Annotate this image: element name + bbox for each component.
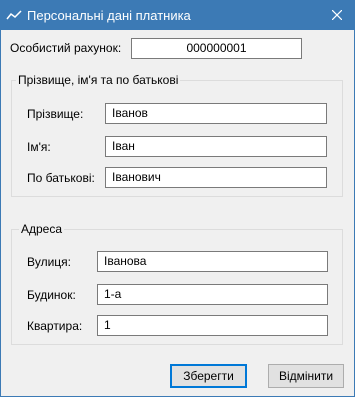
street-label: Вулиця:	[27, 255, 72, 269]
cancel-button[interactable]: Відмінити	[268, 364, 344, 388]
chart-line-icon	[6, 9, 22, 21]
first-name-input[interactable]: Іван	[105, 136, 327, 157]
apartment-label: Квартира:	[27, 319, 83, 333]
address-group-legend: Адреса	[19, 222, 65, 237]
window-title: Персональні дані платника	[27, 8, 191, 23]
save-button[interactable]: Зберегти	[170, 364, 247, 388]
house-label: Будинок:	[27, 288, 76, 302]
house-input[interactable]: 1-а	[97, 284, 328, 305]
close-button[interactable]	[320, 1, 354, 30]
surname-input[interactable]: Іванов	[105, 103, 327, 124]
account-label: Особистий рахунок:	[10, 41, 122, 55]
title-bar[interactable]: Персональні дані платника	[1, 1, 354, 30]
account-input[interactable]: 000000001	[131, 38, 302, 59]
name-group-legend: Прізвище, ім'я та по батькові	[16, 73, 181, 88]
dialog-window: Персональні дані платника Особистий раху…	[0, 0, 355, 397]
apartment-input[interactable]: 1	[97, 315, 328, 336]
close-icon	[331, 9, 343, 23]
patronymic-label: По батькові:	[27, 171, 95, 185]
first-name-label: Ім'я:	[27, 140, 51, 154]
patronymic-input[interactable]: Іванович	[105, 167, 327, 188]
street-input[interactable]: Іванова	[97, 251, 328, 272]
surname-label: Прізвище:	[27, 107, 84, 121]
